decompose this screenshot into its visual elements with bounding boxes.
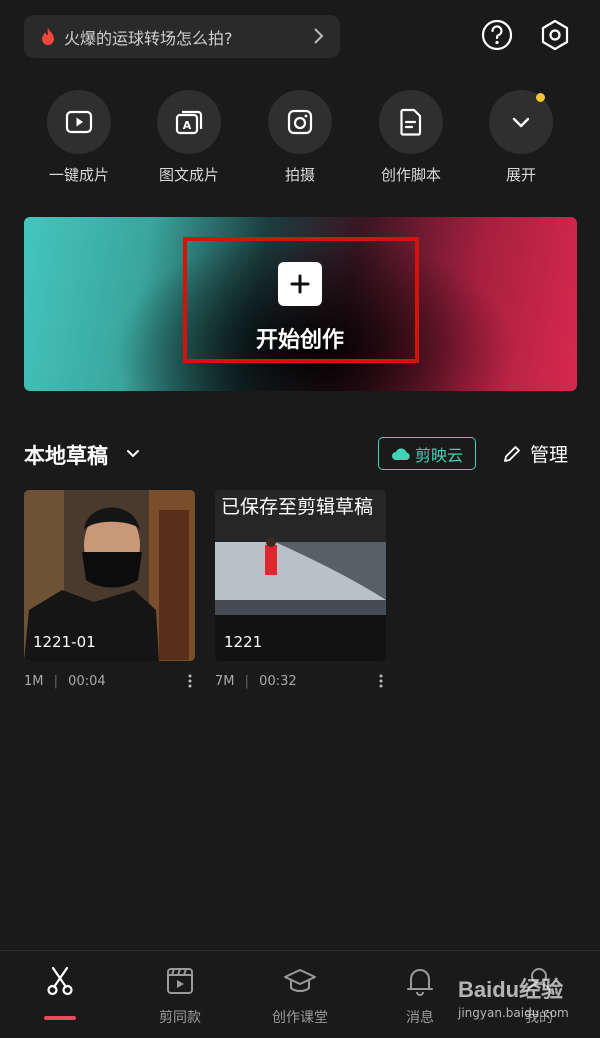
notification-dot (536, 93, 545, 102)
more-icon[interactable] (188, 674, 192, 688)
nav-edit[interactable] (5, 965, 115, 1007)
draft-size: 7M (215, 674, 235, 689)
nav-classroom[interactable]: 创作课堂 (245, 965, 355, 1027)
camera-icon (287, 109, 313, 135)
meta-divider: | (244, 674, 250, 689)
help-icon[interactable] (480, 18, 514, 52)
quick-action-shoot[interactable]: 拍摄 (255, 90, 345, 185)
template-icon (167, 968, 193, 994)
quick-action-script[interactable]: 创作脚本 (366, 90, 456, 185)
scissors-icon (47, 966, 73, 996)
draft-duration: 00:32 (259, 674, 297, 689)
search-hint-text: 火爆的运球转场怎么拍? (64, 28, 233, 48)
quick-action-label: 拍摄 (284, 166, 315, 184)
draft-meta: 1M | 00:04 (24, 674, 106, 689)
watermark-brand: Baidu经验 (458, 977, 564, 1002)
more-icon[interactable] (379, 674, 383, 688)
draft-name: 1221 (224, 633, 263, 651)
start-creation-label[interactable]: 开始创作 (200, 322, 400, 354)
active-tab-indicator (44, 1016, 76, 1020)
quick-action-label: 一键成片 (48, 166, 109, 184)
draft-card[interactable]: 1221-01 (24, 490, 195, 661)
pencil-icon (504, 445, 520, 462)
chevron-right-icon (314, 28, 324, 44)
cloud-button-label: 剪映云 (414, 445, 463, 465)
nav-templates[interactable]: 剪同款 (125, 965, 235, 1027)
search-bar[interactable]: 火爆的运球转场怎么拍? (24, 15, 340, 58)
meta-divider: | (53, 674, 59, 689)
manage-label: 管理 (530, 444, 569, 466)
draft-meta: 7M | 00:32 (215, 674, 297, 689)
draft-size: 1M (24, 674, 44, 689)
chevron-down-icon[interactable] (126, 448, 140, 460)
svg-text:A: A (183, 119, 192, 132)
drafts-title[interactable]: 本地草稿 (24, 440, 108, 470)
text-image-icon: A (175, 110, 203, 135)
fire-icon (42, 27, 54, 45)
cloud-button[interactable]: 剪映云 (378, 437, 476, 470)
play-square-icon (65, 110, 93, 134)
settings-icon[interactable] (538, 18, 572, 52)
manage-button[interactable]: 管理 (502, 440, 568, 467)
nav-label: 创作课堂 (272, 1010, 328, 1026)
cloud-icon (391, 447, 410, 460)
saved-toast: 已保存至剪辑草稿 (221, 496, 374, 518)
draft-name: 1221-01 (33, 633, 96, 651)
quick-action-label: 展开 (505, 166, 536, 184)
quick-action-text-image[interactable]: A 图文成片 (144, 90, 234, 185)
quick-action-expand[interactable]: 展开 (476, 90, 566, 185)
bell-icon (407, 969, 433, 996)
graduation-cap-icon (284, 969, 316, 992)
quick-action-label: 图文成片 (158, 166, 219, 184)
quick-action-label: 创作脚本 (380, 166, 441, 184)
chevron-down-icon (512, 117, 530, 128)
script-icon (400, 108, 422, 136)
nav-label: 剪同款 (159, 1010, 201, 1026)
plus-icon[interactable] (278, 262, 322, 306)
watermark-url: jingyan.baidu.com (458, 1006, 569, 1020)
quick-action-one-click[interactable]: 一键成片 (34, 90, 124, 185)
draft-duration: 00:04 (68, 674, 106, 689)
baidu-watermark: Baidu经验 jingyan.baidu.com (458, 972, 588, 1027)
